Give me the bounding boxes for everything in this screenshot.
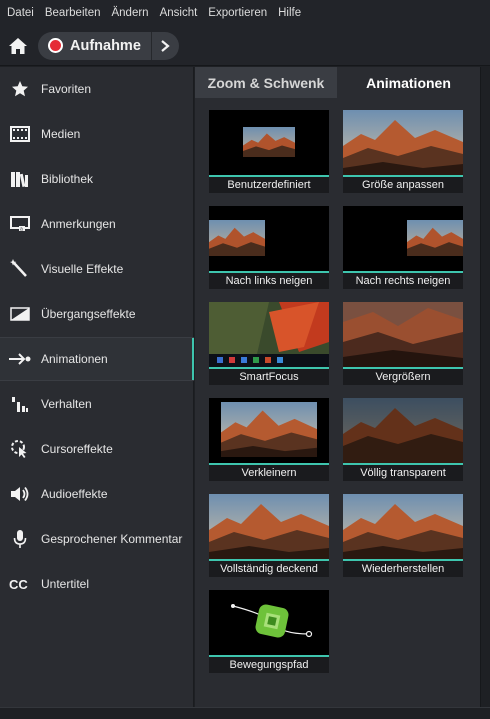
sidebar-item-label: Medien (41, 127, 81, 141)
animation-tile-benutzerdefiniert[interactable]: Benutzerdefiniert (209, 110, 329, 193)
tile-label: Nach links neigen (209, 273, 329, 289)
sidebar-item-untertitel[interactable]: CC Untertitel (0, 562, 194, 606)
animation-tile-verkleinern[interactable]: Verkleinern (209, 398, 329, 481)
film-strip-icon (9, 124, 31, 144)
sidebar-item-label: Favoriten (41, 82, 92, 96)
animation-tile-vergroessern[interactable]: Vergrößern (343, 302, 463, 385)
tile-label: Benutzerdefiniert (209, 177, 329, 193)
tab-zoom-schwenk[interactable]: Zoom & Schwenk (195, 67, 337, 98)
sidebar-item-bibliothek[interactable]: Bibliothek (0, 157, 194, 201)
record-dot-icon (48, 38, 63, 53)
tile-thumbnail (343, 494, 463, 559)
record-button[interactable]: Aufnahme (38, 32, 151, 60)
tile-thumbnail (209, 494, 329, 559)
animation-tile-nach-rechts-neigen[interactable]: Nach rechts neigen (343, 206, 463, 289)
svg-text:a: a (20, 227, 23, 233)
menu-aendern[interactable]: Ändern (111, 7, 148, 19)
animation-arrow-icon (9, 349, 31, 369)
menu-hilfe[interactable]: Hilfe (278, 7, 301, 19)
sidebar-item-visuelle-effekte[interactable]: Visuelle Effekte (0, 247, 194, 291)
tile-label: Vollständig deckend (209, 561, 329, 577)
motion-path-icon (231, 604, 313, 638)
toolbar: Aufnahme (0, 26, 490, 66)
scrollbar-track[interactable] (480, 67, 490, 707)
record-label: Aufnahme (70, 37, 141, 54)
animation-tile-voellig-transparent[interactable]: Völlig transparent (343, 398, 463, 481)
sidebar-item-audioeffekte[interactable]: Audioeffekte (0, 472, 194, 516)
tile-thumbnail (343, 110, 463, 175)
microphone-icon (9, 529, 31, 549)
tile-label: SmartFocus (209, 369, 329, 385)
animation-tile-groesse-anpassen[interactable]: Größe anpassen (343, 110, 463, 193)
menu-datei[interactable]: Datei (7, 7, 34, 19)
chevron-right-icon[interactable] (150, 31, 179, 60)
tile-label: Wiederherstellen (343, 561, 463, 577)
closed-caption-icon: CC (9, 574, 31, 594)
tab-animationen[interactable]: Animationen (337, 67, 480, 98)
animation-tile-bewegungspfad[interactable]: Bewegungspfad (209, 590, 329, 673)
home-icon[interactable] (8, 36, 28, 56)
animation-tile-smartfocus[interactable]: SmartFocus (209, 302, 329, 385)
tile-thumbnail (209, 590, 329, 655)
sidebar-item-label: Cursoreffekte (41, 442, 113, 456)
sidebar-item-label: Gesprochener Kommentar (41, 532, 183, 546)
callout-icon: a (9, 214, 31, 234)
behavior-bars-icon (9, 394, 31, 414)
tile-label: Bewegungspfad (209, 657, 329, 673)
animation-tile-vollstaendig-deckend[interactable]: Vollständig deckend (209, 494, 329, 577)
animation-tile-nach-links-neigen[interactable]: Nach links neigen (209, 206, 329, 289)
tile-thumbnail (343, 206, 463, 271)
speaker-icon (9, 484, 31, 504)
tile-label: Verkleinern (209, 465, 329, 481)
menu-bearbeiten[interactable]: Bearbeiten (45, 7, 101, 19)
cursor-effect-icon (9, 439, 31, 459)
svg-text:CC: CC (9, 577, 28, 591)
books-icon (9, 169, 31, 189)
tile-thumbnail (209, 110, 329, 175)
tile-thumbnail (209, 398, 329, 463)
sidebar-item-animationen[interactable]: Animationen (0, 337, 194, 381)
tile-label: Vergrößern (343, 369, 463, 385)
sidebar-item-gesprochener-kommentar[interactable]: Gesprochener Kommentar (0, 517, 194, 561)
magic-wand-icon (9, 259, 31, 279)
menu-exportieren[interactable]: Exportieren (208, 7, 267, 19)
tile-label: Größe anpassen (343, 177, 463, 193)
sidebar-item-label: Übergangseffekte (41, 307, 136, 321)
tile-thumbnail (209, 302, 329, 367)
animation-tile-wiederherstellen[interactable]: Wiederherstellen (343, 494, 463, 577)
menu-ansicht[interactable]: Ansicht (160, 7, 198, 19)
bottom-bar (0, 707, 490, 719)
tile-label: Nach rechts neigen (343, 273, 463, 289)
sidebar-item-label: Verhalten (41, 397, 92, 411)
sidebar-item-uebergangseffekte[interactable]: Übergangseffekte (0, 292, 194, 336)
star-icon (9, 79, 31, 99)
sidebar-item-favoriten[interactable]: Favoriten (0, 67, 194, 111)
tile-thumbnail (343, 302, 463, 367)
sidebar-item-label: Bibliothek (41, 172, 94, 186)
panel-tabs: Zoom & Schwenk Animationen (195, 67, 480, 98)
sidebar-item-label: Visuelle Effekte (41, 262, 124, 276)
record-button-group: Aufnahme (38, 31, 179, 60)
sidebar-item-label: Audioeffekte (41, 487, 108, 501)
sidebar-item-label: Untertitel (41, 577, 90, 591)
menu-bar: Datei Bearbeiten Ändern Ansicht Exportie… (0, 0, 490, 26)
tile-thumbnail (343, 398, 463, 463)
tile-thumbnail (209, 206, 329, 271)
sidebar-item-anmerkungen[interactable]: a Anmerkungen (0, 202, 194, 246)
sidebar: Favoriten Medien Bibliothek a Anmerkunge… (0, 67, 194, 707)
sidebar-item-label: Animationen (41, 352, 108, 366)
tile-label: Völlig transparent (343, 465, 463, 481)
sidebar-item-medien[interactable]: Medien (0, 112, 194, 156)
sidebar-item-cursoreffekte[interactable]: Cursoreffekte (0, 427, 194, 471)
sidebar-item-label: Anmerkungen (41, 217, 116, 231)
animations-panel: Zoom & Schwenk Animationen Benutzerdefin… (195, 67, 480, 707)
sidebar-item-verhalten[interactable]: Verhalten (0, 382, 194, 426)
transition-icon (9, 304, 31, 324)
